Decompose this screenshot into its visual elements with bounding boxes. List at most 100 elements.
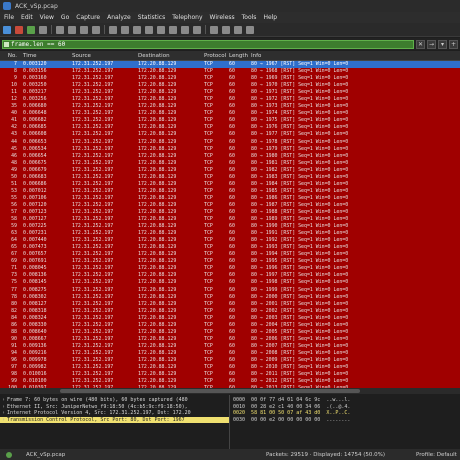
column-header-protocol[interactable]: Protocol (204, 53, 229, 59)
menu-analyze[interactable]: Analyze (107, 14, 131, 21)
menu-file[interactable]: File (4, 14, 14, 21)
packet-row[interactable]: 77 0.008275 172.31.252.197 172.20.88.129 TCP… (0, 287, 460, 294)
clear-filter-icon[interactable]: ✕ (416, 39, 425, 49)
packet-row[interactable]: 8 0.003156 172.31.252.197 172.20.88.129 TCP 6… (0, 68, 460, 75)
packet-row[interactable]: 64 0.007440 172.31.252.197 172.20.88.129 TCP… (0, 237, 460, 244)
packet-bytes-pane[interactable]: 0000 00 0f 77 d4 01 04 6c 9c ..w...l. 001… (231, 395, 460, 449)
packet-row[interactable]: 65 0.007473 172.31.252.197 172.20.88.129 TCP… (0, 244, 460, 251)
column-header-no[interactable]: No. (0, 53, 20, 59)
packet-row[interactable]: 86 0.008330 172.31.252.197 172.20.88.129 TCP… (0, 322, 460, 329)
save-file-icon[interactable] (68, 25, 76, 34)
packet-row[interactable]: 59 0.007225 172.31.252.197 172.20.88.129 TCP… (0, 223, 460, 230)
column-header-info[interactable]: Info (251, 53, 460, 59)
go-to-packet-icon[interactable] (145, 25, 153, 34)
packet-row[interactable]: 99 0.010100 172.31.252.197 172.20.88.129 TCP… (0, 378, 460, 385)
column-header-time[interactable]: Time (20, 53, 72, 59)
close-file-icon[interactable] (80, 25, 88, 34)
packet-row[interactable]: 73 0.008136 172.31.252.197 172.20.88.129 TCP… (0, 272, 460, 279)
zoom-out-icon[interactable] (222, 25, 230, 34)
column-header-length[interactable]: Length (229, 53, 251, 59)
go-forward-icon[interactable] (133, 25, 141, 34)
packet-row[interactable]: 91 0.009136 172.31.252.197 172.20.88.129 TCP… (0, 343, 460, 350)
expand-arrow-icon[interactable]: › (2, 410, 5, 416)
open-file-icon[interactable] (56, 25, 64, 34)
reload-icon[interactable] (92, 25, 100, 34)
packet-row[interactable]: 49 0.006679 172.31.252.197 172.20.88.129 TCP… (0, 167, 460, 174)
expand-arrow-icon[interactable]: › (2, 417, 5, 423)
packet-row[interactable]: 40 0.006648 172.31.252.197 172.20.88.129 TCP… (0, 110, 460, 117)
packet-row[interactable]: 10 0.003250 172.31.252.197 172.20.88.129 TCP… (0, 82, 460, 89)
packet-row[interactable]: 51 0.006686 172.31.252.197 172.20.88.129 TCP… (0, 181, 460, 188)
restart-capture-icon[interactable] (27, 25, 35, 34)
packet-row[interactable]: 57 0.007123 172.31.252.197 172.20.88.129 TCP… (0, 209, 460, 216)
packet-row[interactable]: 42 0.006685 172.31.252.197 172.20.88.129 TCP… (0, 124, 460, 131)
expand-arrow-icon[interactable]: › (2, 397, 5, 403)
packet-row[interactable]: 45 0.006534 172.31.252.197 172.20.88.129 TCP… (0, 146, 460, 153)
bookmark-icon[interactable] (4, 41, 9, 47)
packet-row[interactable]: 43 0.006608 172.31.252.197 172.20.88.129 TCP… (0, 131, 460, 138)
column-header-destination[interactable]: Destination (138, 53, 204, 59)
detail-tree-item[interactable]: › Transmission Control Protocol, Src Port… (0, 416, 229, 423)
packet-row[interactable]: 12 0.003256 172.31.252.197 172.20.88.129 TCP… (0, 96, 460, 103)
packet-row[interactable]: 90 0.008667 172.31.252.197 172.20.88.129 TCP… (0, 336, 460, 343)
start-capture-icon[interactable] (3, 25, 11, 34)
packet-list[interactable]: No. Time Source Destination Protocol Len… (0, 51, 460, 388)
menu-telephony[interactable]: Telephony (172, 14, 202, 21)
packet-row[interactable]: 48 0.006675 172.31.252.197 172.20.88.129 TCP… (0, 160, 460, 167)
menu-wireless[interactable]: Wireless (210, 14, 235, 21)
capture-options-icon[interactable] (39, 25, 47, 34)
menu-go[interactable]: Go (61, 14, 69, 21)
packet-row[interactable]: 7 0.003120 172.31.252.197 172.20.88.129 TCP 6… (0, 61, 460, 69)
packet-row[interactable]: 75 0.008145 172.31.252.197 172.20.88.129 TCP… (0, 279, 460, 286)
menu-view[interactable]: View (40, 14, 54, 21)
filter-dropdown-icon[interactable]: ▾ (438, 39, 447, 49)
packet-details-pane[interactable]: › Frame 7: 60 bytes on wire (480 bits), 6… (0, 395, 230, 449)
packet-row[interactable]: 41 0.006682 172.31.252.197 172.20.88.129 TCP… (0, 117, 460, 124)
find-packet-icon[interactable] (109, 25, 117, 34)
packet-row[interactable]: 84 0.008324 172.31.252.197 172.20.88.129 TCP… (0, 315, 460, 322)
packet-row[interactable]: 53 0.007012 172.31.252.197 172.20.88.129 TCP… (0, 188, 460, 195)
packet-row[interactable]: 94 0.009216 172.31.252.197 172.20.88.129 TCP… (0, 350, 460, 357)
packet-row[interactable]: 46 0.006654 172.31.252.197 172.20.88.129 TCP… (0, 153, 460, 160)
horizontal-scrollbar[interactable] (0, 388, 460, 394)
normal-size-icon[interactable] (234, 25, 242, 34)
packet-row[interactable]: 11 0.003217 172.31.252.197 172.20.88.129 TCP… (0, 89, 460, 96)
packet-row[interactable]: 96 0.009978 172.31.252.197 172.20.88.129 TCP… (0, 357, 460, 364)
menu-edit[interactable]: Edit (21, 14, 33, 21)
status-profile[interactable]: Profile: Default (416, 452, 457, 458)
packet-row[interactable]: 56 0.007120 172.31.252.197 172.20.88.129 TCP… (0, 202, 460, 209)
last-packet-icon[interactable] (169, 25, 177, 34)
menu-capture[interactable]: Capture (76, 14, 100, 21)
display-filter-input[interactable]: frame.len == 60 (2, 39, 414, 49)
packet-row[interactable]: 69 0.007691 172.31.252.197 172.20.88.129 TCP… (0, 258, 460, 265)
hex-dump-line[interactable]: 0030 00 00 e2 00 00 00 00 00 ........ (231, 417, 460, 424)
apply-filter-icon[interactable]: → (427, 39, 436, 49)
packet-row[interactable]: 98 0.010016 172.31.252.197 172.20.88.129 TCP… (0, 371, 460, 378)
packet-row[interactable]: 44 0.006653 172.31.252.197 172.20.88.129 TCP… (0, 139, 460, 146)
scrollbar-thumb[interactable] (60, 389, 360, 393)
packet-row[interactable]: 35 0.006680 172.31.252.197 172.20.88.129 TCP… (0, 103, 460, 110)
auto-scroll-icon[interactable] (181, 25, 189, 34)
packet-row[interactable]: 9 0.003160 172.31.252.197 172.20.88.129 TCP 6… (0, 75, 460, 82)
first-packet-icon[interactable] (157, 25, 165, 34)
packet-row[interactable]: 58 0.007127 172.31.252.197 172.20.88.129 TCP… (0, 216, 460, 223)
go-back-icon[interactable] (121, 25, 129, 34)
packet-row[interactable]: 63 0.007231 172.31.252.197 172.20.88.129 TCP… (0, 230, 460, 237)
colorize-icon[interactable] (193, 25, 201, 34)
packet-row[interactable]: 97 0.009982 172.31.252.197 172.20.88.129 TCP… (0, 364, 460, 371)
resize-columns-icon[interactable] (246, 25, 254, 34)
add-filter-button-icon[interactable]: + (449, 39, 458, 49)
packet-row[interactable]: 80 0.008127 172.31.252.197 172.20.88.129 TCP… (0, 301, 460, 308)
packet-row[interactable]: 50 0.006683 172.31.252.197 172.20.88.129 TCP… (0, 174, 460, 181)
packet-row[interactable]: 71 0.008045 172.31.252.197 172.20.88.129 TCP… (0, 265, 460, 272)
packet-row[interactable]: 55 0.007106 172.31.252.197 172.20.88.129 TCP… (0, 195, 460, 202)
menu-statistics[interactable]: Statistics (138, 14, 165, 21)
packet-row[interactable]: 67 0.007657 172.31.252.197 172.20.88.129 TCP… (0, 251, 460, 258)
packet-row[interactable]: 82 0.008318 172.31.252.197 172.20.88.129 TCP… (0, 308, 460, 315)
stop-capture-icon[interactable] (15, 25, 23, 34)
packet-row[interactable]: 88 0.008640 172.31.252.197 172.20.88.129 TCP… (0, 329, 460, 336)
menu-tools[interactable]: Tools (242, 14, 257, 21)
packet-row[interactable]: 78 0.008302 172.31.252.197 172.20.88.129 TCP… (0, 294, 460, 301)
zoom-in-icon[interactable] (210, 25, 218, 34)
expert-info-icon[interactable] (6, 451, 12, 458)
